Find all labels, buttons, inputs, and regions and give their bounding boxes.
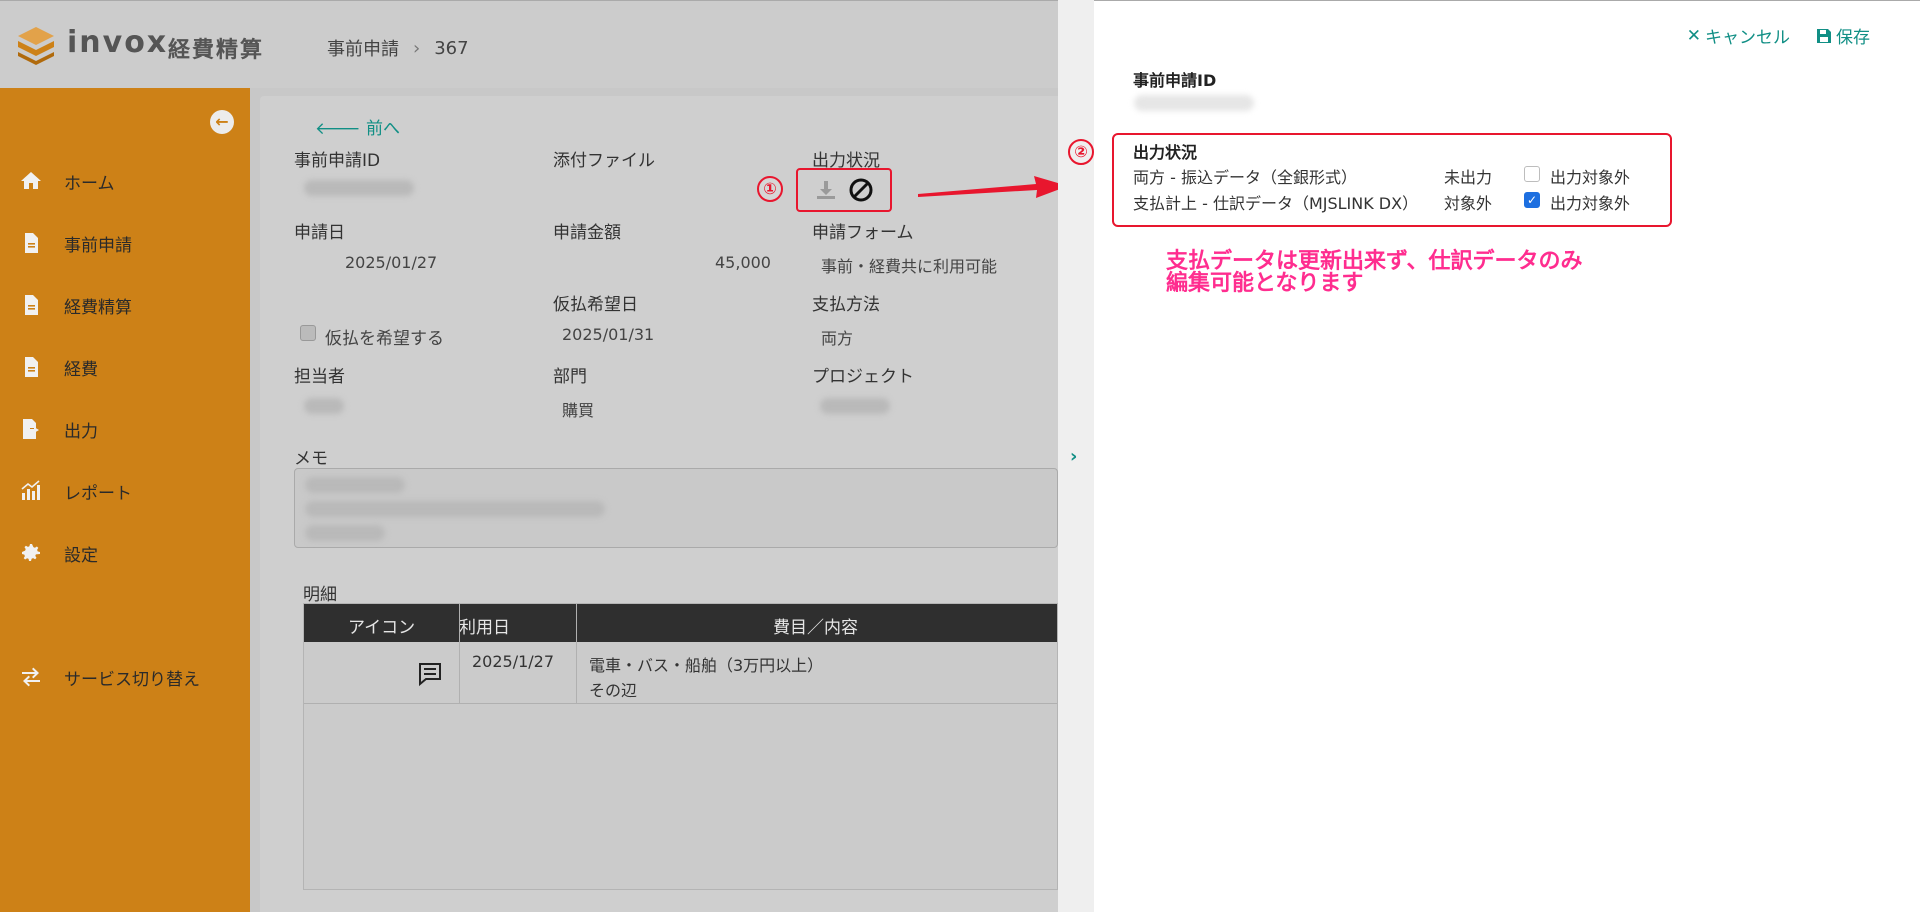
project-label: プロジェクト	[812, 367, 914, 387]
payment-method-label: 支払方法	[812, 295, 880, 315]
advance-date-value: 2025/01/31	[562, 325, 655, 344]
exclude-checkbox[interactable]	[1524, 166, 1540, 182]
output-status-highlight	[796, 168, 892, 212]
advance-checkbox[interactable]	[300, 325, 316, 341]
breadcrumb: 事前申請 › 367	[327, 35, 469, 61]
memo-textarea[interactable]	[294, 468, 1058, 548]
dept-label: 部門	[553, 367, 587, 387]
annotation-arrow-icon	[918, 176, 1068, 198]
column-header-category: 費目／内容	[773, 618, 858, 638]
exclude-checkbox-label: 出力対象外	[1550, 194, 1631, 213]
export-icon	[18, 416, 44, 442]
brand-name: invox	[67, 25, 169, 60]
drawer-request-id-blurred	[1134, 95, 1254, 111]
detail-label: 明細	[303, 585, 337, 605]
sidebar-item-expense-settlement[interactable]: 経費精算	[18, 292, 132, 318]
sidebar-item-label: 設定	[64, 545, 98, 566]
back-link[interactable]: 🡐 前へ	[315, 114, 400, 139]
sidebar-item-label: 出力	[64, 421, 98, 442]
drawer-request-id-label: 事前申請ID	[1133, 71, 1217, 90]
save-button[interactable]: 保存	[1816, 23, 1870, 48]
column-header-date: 利用日	[459, 618, 510, 638]
cancel-button[interactable]: ✕ キャンセル	[1686, 23, 1790, 49]
document-icon	[18, 354, 44, 380]
memo-label: メモ	[294, 449, 328, 469]
floppy-disk-icon	[1817, 28, 1831, 43]
gear-icon	[18, 540, 44, 566]
apply-date-label: 申請日	[294, 223, 345, 243]
sidebar-item-label: サービス切り替え	[64, 669, 200, 690]
breadcrumb-item-id: 367	[434, 37, 469, 59]
comment-icon	[419, 663, 441, 687]
annotation-note: 支払データは更新出来ず、仕訳データのみ 編集可能となります	[1166, 249, 1583, 296]
sidebar-item-label: 事前申請	[64, 235, 132, 256]
sidebar-item-settings[interactable]: 設定	[18, 540, 98, 566]
table-header: アイコン 利用日 費目／内容	[304, 604, 1057, 642]
main-content: 🡐 前へ 事前申請ID 添付ファイル 出力状況 ① 申請日 2025/01/27…	[260, 96, 1058, 912]
exclude-checkbox-label: 出力対象外	[1550, 168, 1631, 187]
output-status-drawer: ✕ キャンセル 保存 事前申請ID ② 出力状況 両方 - 振込データ（全銀形式…	[1068, 0, 1920, 912]
detail-table: アイコン 利用日 費目／内容 2025/1/27 電車・バス・船舶（3万円以上）…	[303, 603, 1058, 890]
table-row[interactable]: 2025/1/27 電車・バス・船舶（3万円以上） その辺	[304, 642, 1057, 704]
download-icon[interactable]	[814, 178, 838, 202]
top-header: invox 経費精算 事前申請 › 367	[0, 0, 1058, 88]
apply-date-value: 2025/01/27	[345, 253, 438, 272]
switch-icon	[18, 664, 44, 690]
person-value-blurred	[304, 398, 344, 414]
advance-date-label: 仮払希望日	[553, 295, 638, 315]
sidebar-item-label: レポート	[64, 483, 132, 504]
sidebar-item-home[interactable]: ホーム	[18, 168, 115, 194]
sidebar: ← ホーム 事前申請 経費精算 経費 出力 レポート 設定 サービス切り替え	[0, 88, 250, 912]
document-icon	[18, 230, 44, 256]
row-category: 電車・バス・船舶（3万円以上）	[589, 656, 824, 675]
drawer-actions: ✕ キャンセル 保存	[1686, 23, 1870, 49]
invox-logo-icon	[18, 27, 54, 65]
sidebar-item-label: 経費精算	[64, 297, 132, 318]
brand-sub: 経費精算	[168, 38, 265, 63]
memo-line-blurred	[305, 501, 605, 517]
amount-label: 申請金額	[553, 223, 621, 243]
sidebar-item-switch-service[interactable]: サービス切り替え	[18, 664, 200, 690]
request-id-label: 事前申請ID	[294, 151, 381, 171]
person-label: 担当者	[294, 367, 345, 387]
drawer-output-status-label: 出力状況	[1133, 143, 1198, 162]
arrow-left-icon: 🡐	[315, 119, 361, 139]
exclude-checkbox-checked[interactable]: ✓	[1524, 192, 1540, 208]
project-value-blurred	[820, 398, 890, 414]
payment-method-value: 両方	[821, 329, 854, 348]
dept-value: 購買	[562, 401, 595, 420]
output-row-name: 支払計上 - 仕訳データ（MJSLINK DX）	[1133, 194, 1419, 213]
chevron-right-icon[interactable]: ›	[1070, 446, 1077, 467]
advance-checkbox-label: 仮払を希望する	[325, 329, 444, 349]
attachment-label: 添付ファイル	[553, 151, 655, 171]
sidebar-item-label: 経費	[64, 359, 98, 380]
prohibited-icon[interactable]	[848, 177, 874, 203]
sidebar-item-expense[interactable]: 経費	[18, 354, 98, 380]
annotation-marker-1: ①	[757, 176, 783, 202]
breadcrumb-item-prerequest[interactable]: 事前申請	[327, 35, 399, 61]
home-icon	[18, 168, 44, 194]
sidebar-item-label: ホーム	[64, 173, 115, 194]
memo-line-blurred	[305, 525, 385, 541]
document-icon	[18, 292, 44, 318]
chevron-right-icon: ›	[413, 37, 421, 59]
request-id-value-blurred	[304, 180, 414, 196]
chart-icon	[18, 478, 44, 504]
output-row-status: 未出力	[1444, 168, 1493, 187]
sidebar-item-prerequest[interactable]: 事前申請	[18, 230, 132, 256]
row-content: その辺	[589, 681, 638, 700]
output-row-status: 対象外	[1444, 194, 1493, 213]
form-value: 事前・経費共に利用可能	[821, 257, 998, 276]
memo-line-blurred	[305, 477, 405, 493]
output-row-name: 両方 - 振込データ（全銀形式）	[1133, 168, 1357, 187]
close-icon: ✕	[1686, 25, 1701, 46]
sidebar-item-report[interactable]: レポート	[18, 478, 132, 504]
form-label: 申請フォーム	[812, 223, 914, 243]
column-header-icon: アイコン	[348, 618, 416, 638]
sidebar-item-export[interactable]: 出力	[18, 416, 98, 442]
annotation-marker-2: ②	[1068, 139, 1094, 165]
collapse-sidebar-icon[interactable]: ←	[210, 110, 234, 134]
row-date: 2025/1/27	[472, 652, 555, 671]
amount-value: 45,000	[715, 253, 771, 272]
